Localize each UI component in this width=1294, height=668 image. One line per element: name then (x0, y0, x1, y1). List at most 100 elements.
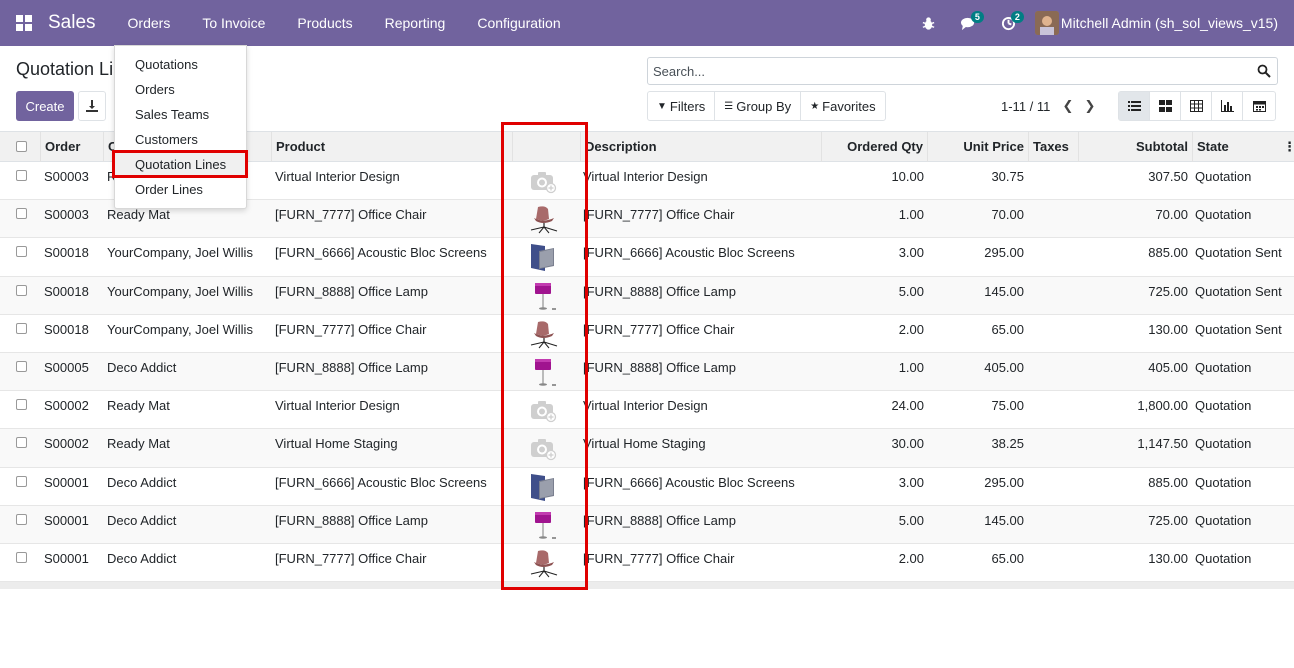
table-row[interactable]: S00018 YourCompany, Joel Willis [FURN_7777… (0, 314, 1294, 353)
cell-unit-price: 295.00 (984, 474, 1024, 490)
user-menu[interactable]: Mitchell Admin (sh_sol_views_v15) (1029, 11, 1294, 35)
favorites-button[interactable]: ★ Favorites (801, 92, 884, 120)
row-checkbox[interactable] (16, 208, 27, 220)
row-checkbox[interactable] (16, 437, 27, 449)
quotation-lines-highlight (112, 150, 248, 178)
filters-button[interactable]: ▼ Filters (648, 92, 716, 120)
row-checkbox[interactable] (16, 513, 27, 525)
create-button[interactable]: Create (16, 91, 74, 121)
table-row[interactable]: S00002 Ready Mat Virtual Home Staging Virtu… (0, 429, 1294, 468)
cell-order: S00005 (44, 359, 89, 375)
list-view-button[interactable] (1119, 92, 1150, 120)
pager-value[interactable]: 1-11 / 11 (1001, 99, 1050, 114)
row-checkbox[interactable] (16, 284, 27, 296)
group-by-button[interactable]: ☰ Group By (715, 92, 802, 120)
pivot-view-button[interactable] (1181, 92, 1212, 120)
table-row[interactable]: S00005 Deco Addict [FURN_8888] Office Lamp… (0, 352, 1294, 392)
cell-subtotal: 130.00 (1148, 550, 1188, 566)
header-product[interactable]: Product (271, 132, 512, 162)
search-icon[interactable] (1257, 64, 1271, 78)
menu-to-invoice[interactable]: To Invoice (186, 0, 281, 46)
cell-order: S00001 (44, 550, 89, 566)
favorites-label: Favorites (822, 98, 876, 114)
select-all-checkbox[interactable] (16, 141, 27, 152)
dropdown-item-sales-teams[interactable]: Sales Teams (115, 104, 246, 129)
cell-subtotal: 1,800.00 (1137, 398, 1188, 414)
header-taxes[interactable]: Taxes (1028, 132, 1078, 162)
cell-unit-price: 65.00 (991, 321, 1024, 337)
cell-unit-price: 145.00 (984, 283, 1024, 299)
cell-description: [FURN_8888] Office Lamp (583, 283, 736, 299)
table-row[interactable]: S00002 Ready Mat Virtual Interior Design Vi… (0, 391, 1294, 430)
search-box (647, 57, 1278, 85)
row-checkbox[interactable] (16, 170, 27, 181)
header-unit-price[interactable]: Unit Price (927, 132, 1028, 162)
cell-product: [FURN_8888] Office Lamp (275, 359, 428, 375)
dropdown-item-order-lines[interactable]: Order Lines (115, 179, 246, 204)
cell-subtotal: 130.00 (1148, 321, 1188, 337)
kanban-view-icon (1158, 100, 1172, 112)
cell-ordered-qty: 1.00 (898, 359, 924, 375)
table-row[interactable]: S00001 Deco Addict [FURN_6666] Acoustic Bl… (0, 467, 1294, 506)
apps-menu-icon[interactable] (0, 0, 48, 46)
menu-products[interactable]: Products (281, 0, 368, 46)
cell-order: S00018 (44, 321, 89, 337)
cell-order: S00003 (44, 169, 89, 184)
row-checkbox[interactable] (16, 246, 27, 258)
cell-order: S00001 (44, 474, 89, 490)
cell-subtotal: 70.00 (1155, 207, 1188, 223)
calendar-view-button[interactable] (1243, 92, 1275, 120)
dropdown-item-orders[interactable]: Orders (115, 79, 246, 104)
cell-description: [FURN_8888] Office Lamp (583, 359, 736, 375)
cell-ordered-qty: 1.00 (898, 207, 924, 223)
app-brand[interactable]: Sales (48, 12, 96, 34)
pager-previous-icon[interactable]: ❮ (1061, 98, 1075, 114)
pager-next-icon[interactable]: ❯ (1083, 98, 1097, 114)
calendar-icon (1252, 101, 1266, 112)
top-navbar: Sales Orders To Invoice Products Reporti… (0, 0, 1294, 46)
cell-state: Quotation (1195, 398, 1252, 414)
cell-ordered-qty: 30.00 (891, 436, 924, 452)
row-checkbox[interactable] (16, 360, 27, 372)
graph-view-button[interactable] (1212, 92, 1243, 120)
dropdown-item-quotations[interactable]: Quotations (115, 54, 246, 79)
table-footer (0, 582, 1294, 590)
activities-clock-icon[interactable]: 2 (989, 0, 1029, 46)
row-checkbox[interactable] (16, 399, 27, 411)
table-row[interactable]: S00018 YourCompany, Joel Willis [FURN_6666… (0, 238, 1294, 277)
menu-reporting[interactable]: Reporting (369, 0, 462, 46)
table-row[interactable]: S00001 Deco Addict [FURN_8888] Office Lamp… (0, 505, 1294, 544)
search-input[interactable] (648, 58, 1238, 84)
menu-orders[interactable]: Orders (112, 0, 187, 46)
row-checkbox[interactable] (16, 322, 27, 334)
header-subtotal[interactable]: Subtotal (1078, 132, 1192, 162)
cell-product: [FURN_7777] Office Chair (275, 207, 427, 223)
kanban-view-button[interactable] (1150, 92, 1181, 120)
table-row[interactable]: S00001 Deco Addict [FURN_7777] Office Chai… (0, 543, 1294, 583)
row-checkbox[interactable] (16, 475, 27, 487)
header-order[interactable]: Order (40, 132, 103, 162)
cell-customer: Ready Mat (107, 436, 170, 452)
page-title: Quotation Li (16, 59, 114, 79)
cell-state: Quotation Sent (1195, 321, 1282, 337)
filters-label: Filters (669, 98, 706, 114)
export-download-button[interactable] (78, 91, 106, 121)
cell-customer: YourCompany, Joel Willis (107, 321, 253, 337)
cell-description: [FURN_7777] Office Chair (583, 207, 735, 223)
cell-customer: Deco Addict (107, 474, 177, 490)
main-menu: Orders To Invoice Products Reporting Con… (112, 0, 577, 46)
table-row[interactable]: S00018 YourCompany, Joel Willis [FURN_8888… (0, 276, 1294, 315)
menu-configuration[interactable]: Configuration (461, 0, 576, 46)
orders-dropdown-menu: Quotations Orders Sales Teams Customers … (114, 45, 247, 209)
debug-bug-icon[interactable] (909, 0, 949, 46)
header-description[interactable]: Description (580, 132, 821, 162)
header-state[interactable]: State (1192, 132, 1282, 162)
cell-product: [FURN_6666] Acoustic Bloc Screens (275, 245, 487, 261)
cell-unit-price: 70.00 (991, 207, 1024, 223)
header-ordered-qty[interactable]: Ordered Qty (821, 132, 927, 162)
cell-subtotal: 725.00 (1148, 283, 1188, 299)
optional-columns-kebab-icon[interactable]: ⋮ (1283, 132, 1294, 162)
row-checkbox[interactable] (16, 551, 27, 563)
messages-icon[interactable]: 5 (949, 0, 989, 46)
cell-customer: Deco Addict (107, 550, 177, 566)
